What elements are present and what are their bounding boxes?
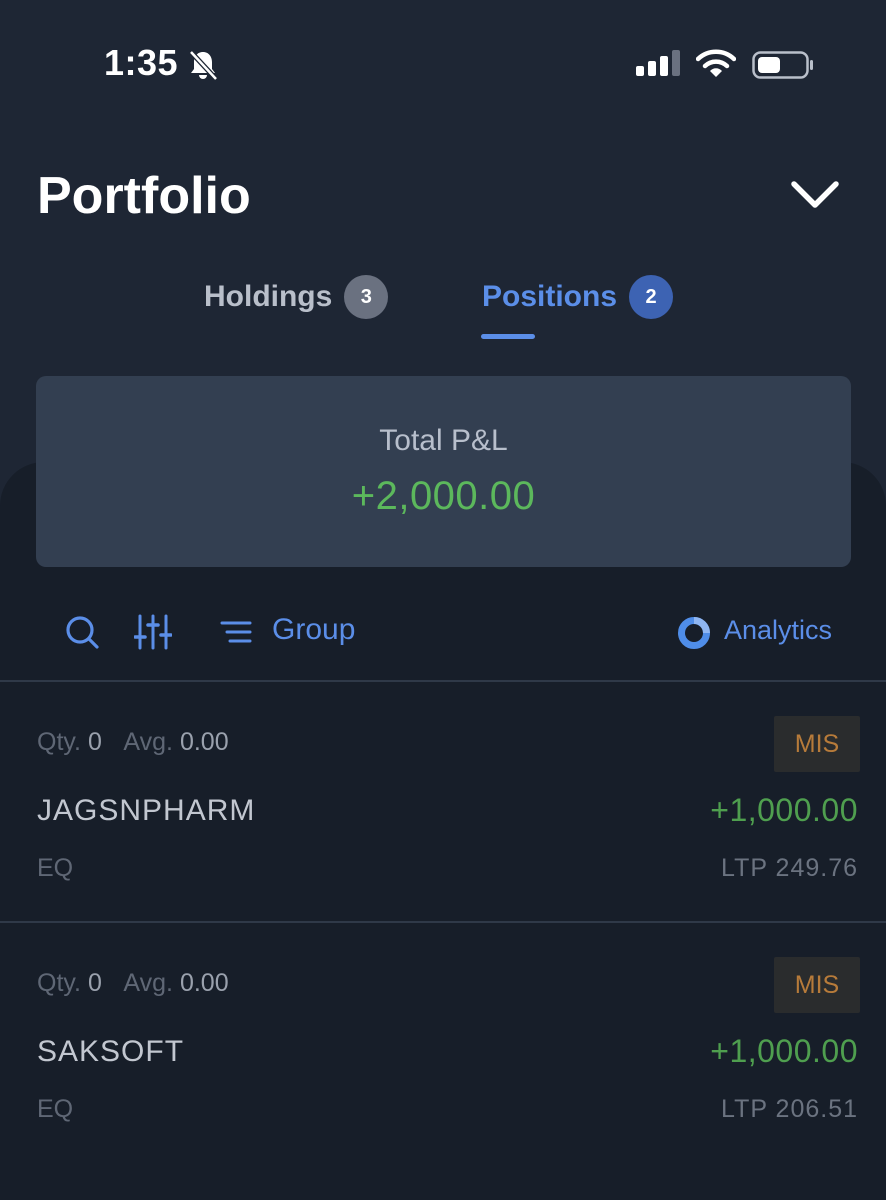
toolbar-divider: [0, 680, 886, 682]
signal-icon: [636, 50, 680, 76]
wifi-icon: [696, 49, 736, 77]
search-icon[interactable]: [63, 613, 101, 651]
row-divider: [0, 921, 886, 923]
position-ltp: LTP 249.76: [721, 854, 858, 882]
position-symbol: SAKSOFT: [37, 1035, 185, 1068]
holdings-count-badge: 3: [344, 275, 389, 319]
battery-icon: [752, 51, 813, 79]
list-icon[interactable]: [220, 613, 258, 651]
tab-positions-label: Positions: [482, 280, 618, 313]
analytics-ring-icon[interactable]: [676, 615, 712, 651]
page-title: Portfolio: [37, 167, 251, 225]
position-segment: EQ: [37, 854, 74, 882]
avg-label: Avg.: [123, 728, 173, 756]
tab-holdings-label: Holdings: [204, 280, 333, 313]
qty-value: 0: [87, 969, 102, 997]
qty-label: Qty.: [37, 728, 81, 756]
position-pnl: +1,000.00: [710, 1033, 858, 1069]
active-tab-indicator: [481, 334, 535, 339]
position-pnl: +1,000.00: [710, 792, 858, 828]
qty-value: 0: [87, 728, 102, 756]
bell-slash-icon: [189, 50, 218, 81]
position-symbol: JAGSNPHARM: [37, 794, 256, 827]
position-segment: EQ: [37, 1095, 74, 1123]
status-time: 1:35: [104, 42, 179, 83]
total-pnl-label: Total P&L: [379, 424, 508, 457]
position-row[interactable]: Qty. 0 Avg. 0.00 MIS JAGSNPHARM +1,000.0…: [0, 700, 886, 940]
chevron-down-icon[interactable]: [790, 176, 840, 212]
tab-positions[interactable]: Positions 2: [482, 275, 674, 319]
total-pnl-value: +2,000.00: [351, 474, 536, 518]
position-meta: Qty. 0 Avg. 0.00: [37, 728, 245, 757]
avg-value: 0.00: [179, 728, 229, 756]
positions-count-badge: 2: [629, 275, 674, 319]
group-button[interactable]: Group: [272, 613, 355, 647]
filter-sliders-icon[interactable]: [134, 613, 172, 651]
avg-value: 0.00: [179, 969, 229, 997]
product-badge: MIS: [774, 716, 860, 772]
tab-holdings[interactable]: Holdings 3: [204, 275, 389, 319]
qty-label: Qty.: [37, 969, 81, 997]
analytics-button[interactable]: Analytics: [724, 615, 832, 646]
position-ltp: LTP 206.51: [721, 1095, 858, 1123]
total-pnl-card: Total P&L +2,000.00: [36, 376, 851, 567]
position-row[interactable]: Qty. 0 Avg. 0.00 MIS SAKSOFT +1,000.00 E…: [0, 941, 886, 1181]
position-meta: Qty. 0 Avg. 0.00: [37, 969, 245, 998]
product-badge: MIS: [774, 957, 860, 1013]
status-bar: 1:35: [0, 0, 886, 130]
avg-label: Avg.: [123, 969, 173, 997]
